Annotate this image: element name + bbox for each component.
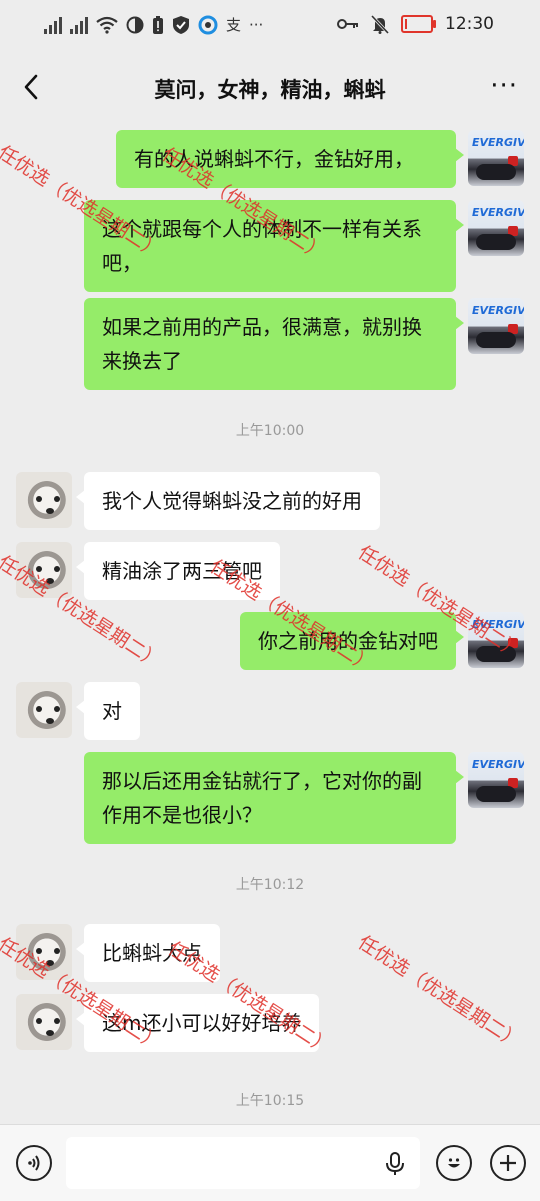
status-right-icons: 12:30 — [337, 14, 494, 34]
avatar-self[interactable]: EVERGIVE — [468, 752, 524, 808]
voice-icon — [28, 1155, 40, 1171]
half-circle-icon — [126, 16, 144, 34]
more-options-button[interactable]: ··· — [490, 73, 518, 99]
message-bubble-sent[interactable]: 你之前用的金钻对吧 — [240, 612, 464, 670]
timestamp: 上午10:15 — [235, 1093, 305, 1109]
watermark-text: 任优选（优选星期二） — [353, 931, 526, 1054]
wifi-icon — [96, 16, 118, 34]
message-bubble-sent[interactable]: 有的人说蝌蚪不行，金钻好用， — [116, 130, 464, 188]
plus-icon — [500, 1155, 516, 1171]
status-bar: 支 ··· 12:30 — [0, 0, 540, 56]
avatar-self[interactable]: EVERGIVE — [468, 200, 524, 256]
avatar-self[interactable]: EVERGIVE — [468, 130, 524, 186]
mute-bell-icon — [371, 14, 389, 34]
avatar-contact[interactable] — [16, 472, 72, 528]
avatar-logo-text: EVERGIVE — [472, 136, 524, 149]
message-bubble-received[interactable]: 比蝌蚪大点 — [76, 924, 220, 982]
emoji-button[interactable] — [436, 1145, 472, 1181]
message-bubble-sent[interactable]: 这个就跟每个人的体制不一样有关系吧， — [84, 200, 464, 292]
emoji-icon — [448, 1158, 460, 1168]
add-more-button[interactable] — [490, 1145, 526, 1181]
avatar-self[interactable]: EVERGIVE — [468, 298, 524, 354]
battery-alert-icon — [153, 16, 163, 34]
shield-check-icon — [173, 16, 189, 34]
voice-input-button[interactable] — [16, 1145, 52, 1181]
app-icon — [198, 15, 218, 35]
avatar-self[interactable]: EVERGIVE — [468, 612, 524, 668]
status-time: 12:30 — [445, 14, 494, 34]
message-bubble-received[interactable]: 这m还小可以好好培养 — [75, 994, 320, 1052]
signal-icon — [70, 16, 88, 34]
message-input[interactable] — [66, 1137, 420, 1189]
more-dots-icon: ··· — [249, 16, 264, 34]
alipay-icon: 支 — [226, 16, 242, 34]
message-bubble-sent[interactable]: 如果之前用的产品，很满意，就别换来换去了 — [84, 298, 464, 390]
avatar-contact[interactable] — [16, 542, 72, 598]
input-bar — [0, 1124, 540, 1201]
message-bubble-sent[interactable]: 那以后还用金钻就行了，它对你的副作用不是也很小？ — [84, 752, 464, 844]
battery-low-icon — [401, 15, 436, 33]
timestamp: 上午10:00 — [235, 423, 305, 439]
key-icon — [337, 19, 358, 29]
status-left-icons: 支 ··· — [44, 14, 263, 36]
avatar-contact[interactable] — [16, 994, 72, 1050]
message-bubble-received[interactable]: 对 — [76, 682, 140, 740]
avatar-contact[interactable] — [16, 682, 72, 738]
chat-area[interactable]: 有的人说蝌蚪不行，金钻好用， EVERGIVE 这个就跟每个人的体制不一样有关系… — [0, 120, 540, 1124]
chat-title: 莫问，女神，精油，蝌蚪 — [154, 78, 386, 102]
microphone-icon[interactable] — [384, 1151, 406, 1177]
nav-bar: 莫问，女神，精油，蝌蚪 ··· — [0, 56, 540, 120]
timestamp: 上午10:12 — [235, 877, 305, 893]
message-bubble-received[interactable]: 我个人觉得蝌蚪没之前的好用 — [76, 472, 380, 530]
signal-icon — [44, 16, 62, 34]
avatar-contact[interactable] — [16, 924, 72, 980]
message-bubble-received[interactable]: 精油涂了两三管吧 — [76, 542, 280, 600]
